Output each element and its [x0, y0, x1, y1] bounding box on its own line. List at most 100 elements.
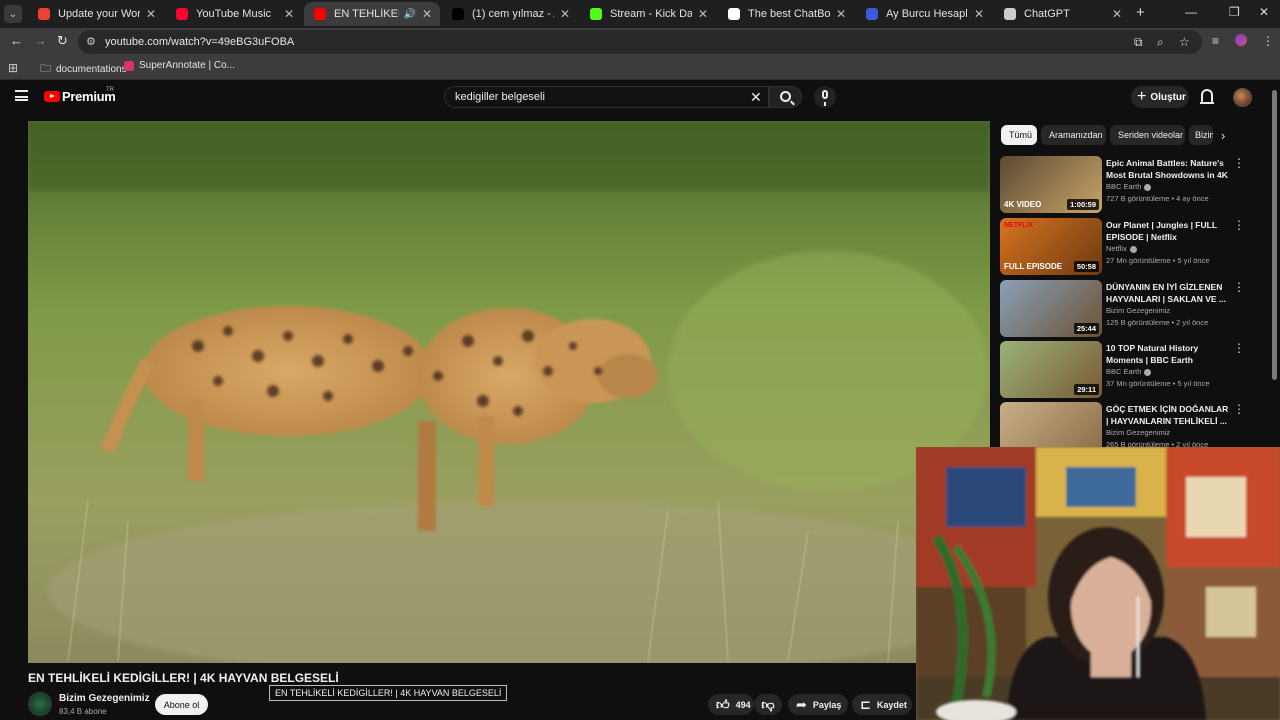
youtube-header: Premium TR kedigiller belgeseli ✕ + Oluş… [0, 81, 1280, 115]
channel-avatar[interactable] [28, 692, 52, 716]
webcam-overlay [916, 447, 1280, 720]
kick-icon [590, 8, 602, 20]
video-player[interactable] [28, 121, 990, 663]
url-text[interactable]: youtube.com/watch?v=49eBG3uFOBA [105, 36, 294, 48]
tab-audio-icon[interactable]: 🔊 [403, 9, 415, 20]
kebab-menu-icon[interactable]: ⋮ [1262, 34, 1274, 48]
video-title: EN TEHLİKELİ KEDİGİLLER! | 4K HAYVAN BEL… [28, 671, 339, 685]
tab-close-icon[interactable]: ✕ [146, 7, 156, 21]
minimize-icon[interactable]: — [1185, 5, 1197, 19]
forward-arrow-icon[interactable]: → [34, 33, 47, 48]
recommended-video-title[interactable]: 10 TOP Natural History Moments | BBC Ear… [1106, 342, 1230, 366]
user-avatar[interactable] [1233, 88, 1252, 107]
more-options-icon[interactable]: ⋮ [1233, 156, 1245, 170]
recommended-channel[interactable]: Bizim Gezegenimiz [1106, 306, 1170, 315]
tab-close-icon[interactable]: ✕ [974, 7, 984, 21]
browser-tab[interactable]: YouTube Music ✕ [166, 2, 302, 26]
recommended-video-title[interactable]: Our Planet | Jungles | FULL EPISODE | Ne… [1106, 219, 1230, 243]
superannotate-icon [124, 60, 134, 71]
subscribe-button[interactable]: Abone ol [155, 694, 208, 715]
voice-search-button[interactable] [814, 86, 836, 108]
zoom-icon[interactable]: ⌕ [1157, 35, 1164, 50]
thumbs-down-icon: 👎︎ [761, 696, 775, 712]
video-thumbnail[interactable]: 29:11 [1000, 341, 1102, 398]
chip-all[interactable]: Tümü [1001, 125, 1037, 145]
bookmark-documentations[interactable]: 🗀 documentations [40, 60, 127, 79]
search-input[interactable]: kedigiller belgeseli ✕ [444, 86, 769, 108]
profile-icon[interactable] [1235, 34, 1247, 46]
tab-title: YouTube Music [196, 8, 272, 20]
verified-check-icon [1144, 368, 1152, 376]
clear-search-icon[interactable]: ✕ [750, 89, 762, 106]
recommended-channel-name: Netflix [1106, 244, 1127, 253]
tab-close-icon[interactable]: ✕ [836, 7, 846, 21]
tab-title: Update your Workzone p [58, 8, 140, 20]
create-label: Oluştur [1150, 91, 1186, 103]
more-options-icon[interactable]: ⋮ [1233, 218, 1245, 232]
browser-tab[interactable]: The best ChatBot and Wr ✕ [718, 2, 854, 26]
save-button[interactable]: ⊏ Kaydet [852, 694, 912, 715]
restore-icon[interactable]: ❐ [1229, 5, 1240, 19]
browser-tab[interactable]: EN TEHLİKELİ KEDİGİL 🔊 ✕ [304, 2, 440, 26]
search-query-text[interactable]: kedigiller belgeseli [455, 91, 545, 103]
new-tab-plus-icon[interactable]: + [1136, 4, 1145, 21]
tab-close-icon[interactable]: ✕ [284, 7, 294, 21]
recommended-channel[interactable]: BBC Earth [1106, 182, 1152, 191]
reload-icon[interactable]: ↻ [57, 33, 68, 49]
bookmark-star-icon[interactable]: ☆ [1179, 35, 1190, 49]
tab-close-icon[interactable]: ✕ [698, 7, 708, 21]
browser-tab[interactable]: (1) cem yılmaz - Arama / ✕ [442, 2, 578, 26]
video-thumbnail[interactable]: 25:44 [1000, 280, 1102, 337]
tab-close-icon[interactable]: ✕ [1112, 7, 1122, 21]
tab-close-icon[interactable]: ✕ [422, 7, 432, 21]
notifications-bell-icon[interactable] [1200, 89, 1214, 104]
site-info-icon[interactable]: ⚙ [86, 35, 96, 48]
tab-title: The best ChatBot and Wr [748, 8, 830, 20]
bookmark-superannotate[interactable]: SuperAnnotate | Co... [124, 60, 235, 71]
recommended-video[interactable]: 29:11 10 TOP Natural History Moments | BB… [1000, 341, 1255, 399]
tab-close-icon[interactable]: ✕ [560, 7, 570, 21]
like-button[interactable]: 👍︎ 494 [708, 694, 754, 715]
chip-series[interactable]: Seriden videolar [1110, 125, 1185, 145]
browser-tab[interactable]: Update your Workzone p ✕ [28, 2, 164, 26]
apps-grid-icon[interactable]: ⊞ [8, 61, 18, 75]
video-thumbnail[interactable]: 4K VIDEO 1:00:59 [1000, 156, 1102, 213]
chip-bizim[interactable]: Bizim [1189, 125, 1213, 145]
browser-tab[interactable]: ChatGPT ✕ [994, 2, 1130, 26]
back-arrow-icon[interactable]: ← [10, 33, 23, 48]
search-button[interactable] [769, 86, 802, 108]
close-window-icon[interactable]: ✕ [1259, 5, 1269, 19]
recommended-video-title[interactable]: GÖÇ ETMEK İÇİN DOĞANLAR | HAYVANLARIN TE… [1106, 403, 1230, 427]
browser-tab[interactable]: Ay Burcu Hesaplama - Hi ✕ [856, 2, 992, 26]
cast-icon[interactable]: ⧉ [1134, 35, 1143, 50]
page-scrollbar[interactable] [1272, 90, 1277, 380]
recommended-channel-name: Bizim Gezegenimiz [1106, 306, 1171, 315]
recommended-video[interactable]: NETFLIX FULL EPISODE 50:58 Our Planet | Jun… [1000, 218, 1255, 276]
chevron-right-icon[interactable]: › [1221, 128, 1225, 143]
reading-list-icon[interactable]: ≡ [1212, 34, 1219, 48]
video-thumbnail[interactable]: NETFLIX FULL EPISODE 50:58 [1000, 218, 1102, 275]
browser-tab[interactable]: Stream - Kick Dashboard ✕ [580, 2, 716, 26]
recommended-channel[interactable]: Netflix [1106, 244, 1137, 253]
chatbot-icon [728, 8, 740, 20]
recommended-channel[interactable]: BBC Earth [1106, 367, 1152, 376]
share-button[interactable]: ➦ Paylaş [788, 694, 848, 715]
dislike-button[interactable]: 👎︎ [754, 694, 782, 715]
more-options-icon[interactable]: ⋮ [1233, 341, 1245, 355]
tab-search-chevron-icon[interactable]: ⌄ [4, 5, 22, 23]
cheetah-video-frame [28, 121, 990, 663]
channel-name[interactable]: Bizim Gezegenimiz [59, 693, 150, 704]
more-options-icon[interactable]: ⋮ [1233, 280, 1245, 294]
recommended-video-title[interactable]: Epic Animal Battles: Nature's Most Bruta… [1106, 157, 1230, 181]
more-options-icon[interactable]: ⋮ [1233, 402, 1245, 416]
hamburger-menu-icon[interactable] [15, 90, 28, 101]
recommended-video[interactable]: 25:44 DÜNYANIN EN İYİ GİZLENEN HAYVANLARI… [1000, 280, 1255, 338]
address-bar[interactable]: ⚙ youtube.com/watch?v=49eBG3uFOBA ⧉ ⌕ ☆ [78, 30, 1202, 54]
create-button[interactable]: + Oluştur [1131, 86, 1189, 108]
verified-check-icon [1129, 245, 1137, 253]
recommended-video[interactable]: 4K VIDEO 1:00:59 Epic Animal Battles: Natu… [1000, 156, 1255, 214]
recommended-channel[interactable]: Bizim Gezegenimiz [1106, 428, 1170, 437]
youtube-logo-icon[interactable] [44, 91, 60, 102]
recommended-video-title[interactable]: DÜNYANIN EN İYİ GİZLENEN HAYVANLARI | SA… [1106, 281, 1230, 305]
chip-from-search[interactable]: Aramanızdan [1041, 125, 1106, 145]
